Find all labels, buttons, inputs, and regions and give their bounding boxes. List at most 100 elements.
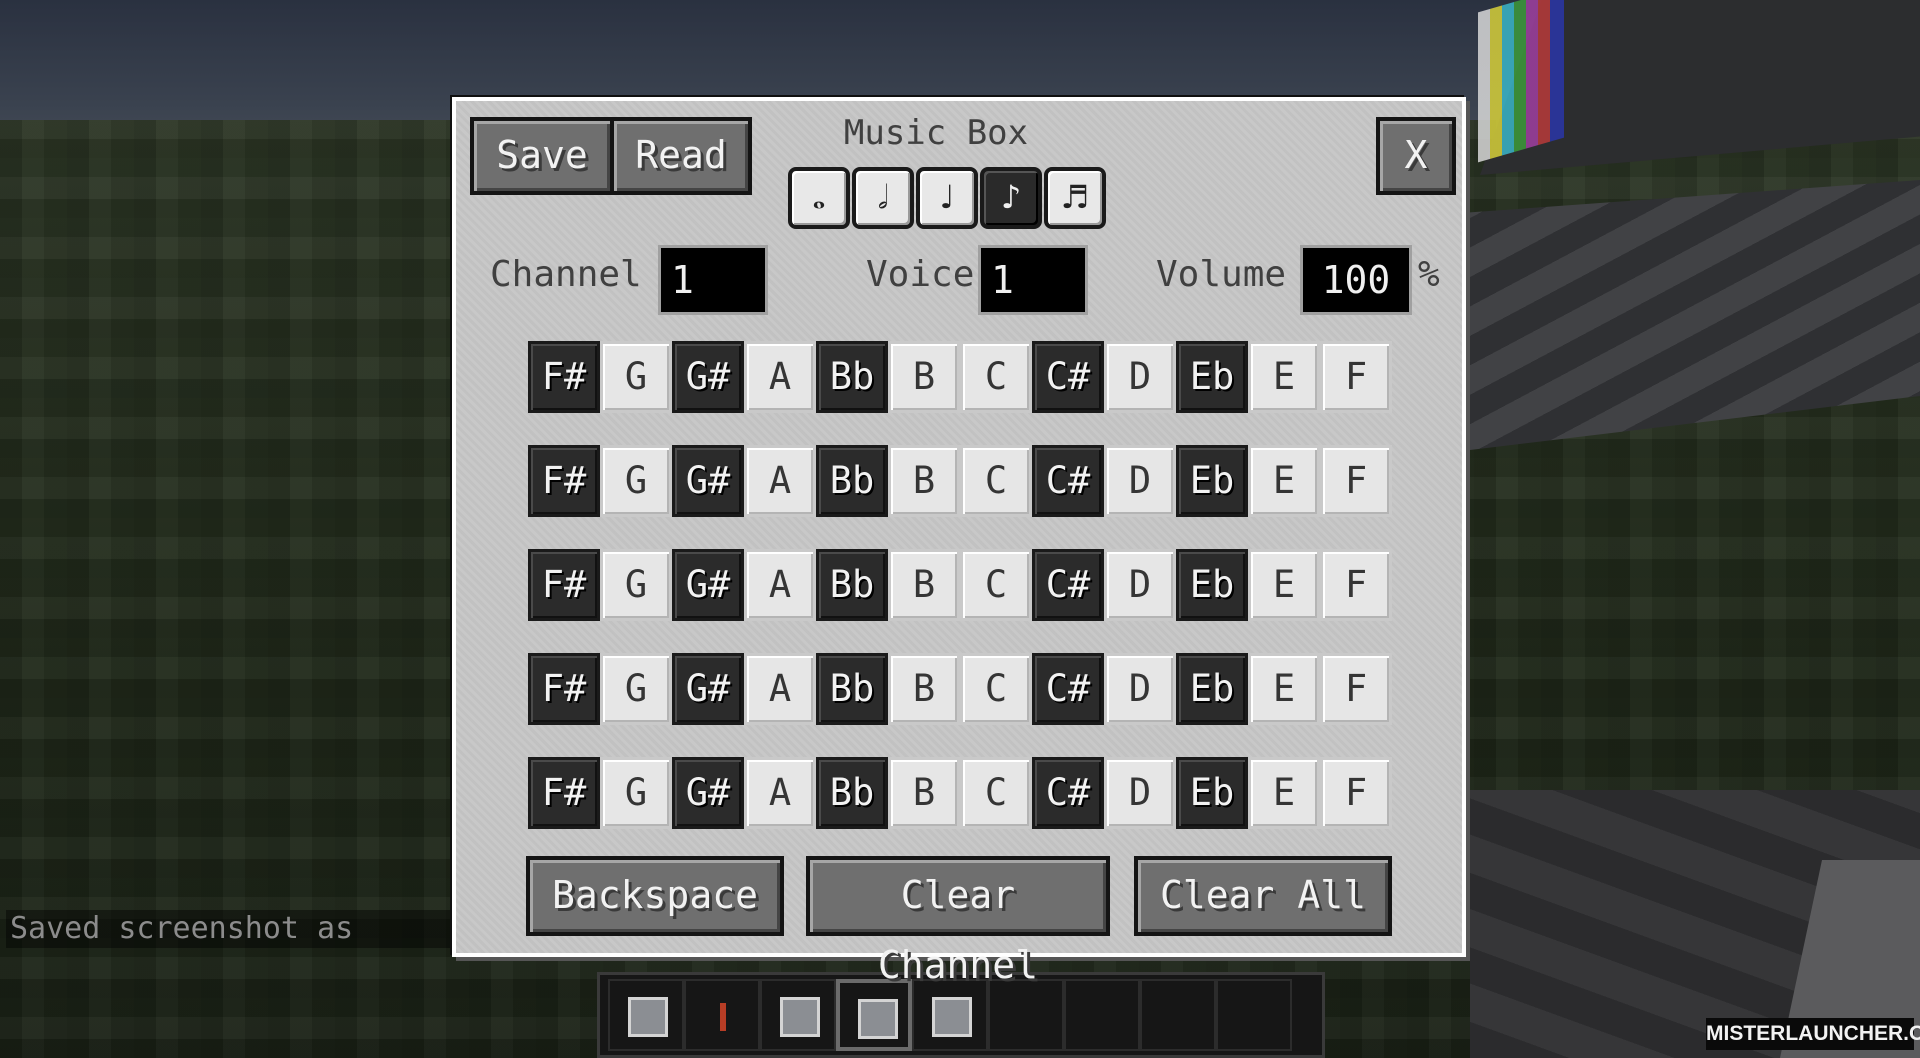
key-row: F# G G# A Bb B C C# D Eb E F — [528, 549, 1392, 621]
note-key[interactable]: G — [600, 757, 672, 829]
note-key[interactable]: A — [744, 341, 816, 413]
note-key[interactable]: Eb — [1176, 445, 1248, 517]
hotbar-slot[interactable] — [608, 979, 684, 1051]
note-key[interactable]: G — [600, 549, 672, 621]
note-key[interactable]: B — [888, 653, 960, 725]
music-box-block-icon — [858, 999, 898, 1039]
note-key[interactable]: A — [744, 757, 816, 829]
volume-field[interactable] — [1300, 245, 1412, 315]
hotbar-slot[interactable] — [1140, 979, 1216, 1051]
note-key[interactable]: Bb — [816, 445, 888, 517]
note-key[interactable]: B — [888, 341, 960, 413]
note-key[interactable]: E — [1248, 549, 1320, 621]
note-key[interactable]: B — [888, 445, 960, 517]
note-key[interactable]: D — [1104, 653, 1176, 725]
note-key[interactable]: B — [888, 549, 960, 621]
channel-field[interactable] — [658, 245, 768, 315]
volume-unit: % — [1418, 254, 1440, 295]
key-row: F# G G# A Bb B C C# D Eb E F — [528, 445, 1392, 517]
channel-label: Channel — [490, 254, 642, 295]
note-key[interactable]: Eb — [1176, 653, 1248, 725]
note-key[interactable]: F — [1320, 549, 1392, 621]
note-key[interactable]: A — [744, 653, 816, 725]
note-key[interactable]: F — [1320, 341, 1392, 413]
half-note-icon[interactable]: 𝅗𝅥 — [852, 167, 914, 229]
hotbar-slot[interactable] — [1216, 979, 1292, 1051]
note-key[interactable]: F — [1320, 653, 1392, 725]
note-key[interactable]: E — [1248, 445, 1320, 517]
key-row: F# G G# A Bb B C C# D Eb E F — [528, 341, 1392, 413]
note-key[interactable]: G — [600, 445, 672, 517]
note-key[interactable]: F — [1320, 757, 1392, 829]
redstone-torch-icon — [704, 997, 744, 1037]
note-key[interactable]: B — [888, 757, 960, 829]
key-row: F# G G# A Bb B C C# D Eb E F — [528, 653, 1392, 725]
close-button[interactable]: X — [1376, 117, 1456, 195]
note-key[interactable]: C# — [1032, 341, 1104, 413]
note-key[interactable]: C — [960, 341, 1032, 413]
voice-label: Voice — [866, 254, 975, 295]
sixteenth-note-icon[interactable]: ♬ — [1044, 167, 1106, 229]
machine-block-icon — [628, 997, 668, 1037]
read-button[interactable]: Read — [610, 117, 752, 195]
note-key[interactable]: D — [1104, 445, 1176, 517]
clear-channel-button[interactable]: Clear Channel — [806, 856, 1110, 987]
note-key[interactable]: G# — [672, 653, 744, 725]
clear-all-button[interactable]: Clear All — [1134, 856, 1392, 936]
device-block-icon — [780, 997, 820, 1037]
dialog-title: Music Box — [843, 113, 1029, 153]
note-key[interactable]: D — [1104, 549, 1176, 621]
color-bars-screen — [1478, 0, 1564, 163]
key-row: F# G G# A Bb B C C# D Eb E F — [528, 757, 1392, 829]
hotbar-slot[interactable] — [760, 979, 836, 1051]
note-key[interactable]: G# — [672, 549, 744, 621]
note-key[interactable]: E — [1248, 757, 1320, 829]
note-key[interactable]: A — [744, 445, 816, 517]
hotbar-slot[interactable] — [1064, 979, 1140, 1051]
note-key[interactable]: C — [960, 549, 1032, 621]
note-key[interactable]: C# — [1032, 445, 1104, 517]
note-key[interactable]: E — [1248, 653, 1320, 725]
watermark: MISTERLAUNCHER.ORG — [1706, 1018, 1920, 1050]
backspace-button[interactable]: Backspace — [526, 856, 784, 936]
note-key[interactable]: G# — [672, 757, 744, 829]
note-key[interactable]: E — [1248, 341, 1320, 413]
voice-field[interactable] — [978, 245, 1088, 315]
note-key[interactable]: D — [1104, 341, 1176, 413]
note-key[interactable]: A — [744, 549, 816, 621]
note-key[interactable]: F — [1320, 445, 1392, 517]
note-key[interactable]: G# — [672, 341, 744, 413]
volume-label: Volume — [1156, 254, 1287, 295]
note-key[interactable]: F# — [528, 653, 600, 725]
note-key[interactable]: Eb — [1176, 549, 1248, 621]
note-key[interactable]: Bb — [816, 653, 888, 725]
note-key[interactable]: C# — [1032, 653, 1104, 725]
note-key[interactable]: F# — [528, 341, 600, 413]
note-key[interactable]: Eb — [1176, 341, 1248, 413]
note-key[interactable]: C — [960, 445, 1032, 517]
eighth-note-icon[interactable]: ♪ — [980, 167, 1042, 229]
note-key[interactable]: Bb — [816, 757, 888, 829]
note-key[interactable]: Eb — [1176, 757, 1248, 829]
note-key[interactable]: C — [960, 757, 1032, 829]
note-key[interactable]: C — [960, 653, 1032, 725]
whole-note-icon[interactable]: 𝅝 — [788, 167, 850, 229]
note-key[interactable]: G# — [672, 445, 744, 517]
quarter-note-icon[interactable]: ♩ — [916, 167, 978, 229]
note-key[interactable]: C# — [1032, 757, 1104, 829]
note-key[interactable]: C# — [1032, 549, 1104, 621]
note-key[interactable]: F# — [528, 549, 600, 621]
note-key[interactable]: Bb — [816, 549, 888, 621]
note-key[interactable]: D — [1104, 757, 1176, 829]
note-length-selector: 𝅝 𝅗𝅥 ♩ ♪ ♬ — [788, 167, 1106, 229]
music-box-dialog: Save Read Music Box X 𝅝𝅗𝅥♩♪♬ Channel Voi… — [452, 97, 1466, 987]
note-key[interactable]: G — [600, 341, 672, 413]
note-key[interactable]: F# — [528, 445, 600, 517]
save-button[interactable]: Save — [470, 117, 614, 195]
note-key[interactable]: G — [600, 653, 672, 725]
chat-message: Saved screenshot as — [6, 910, 450, 948]
hotbar-slot[interactable] — [684, 979, 760, 1051]
circuit-block-icon — [932, 997, 972, 1037]
note-key[interactable]: F# — [528, 757, 600, 829]
note-key[interactable]: Bb — [816, 341, 888, 413]
